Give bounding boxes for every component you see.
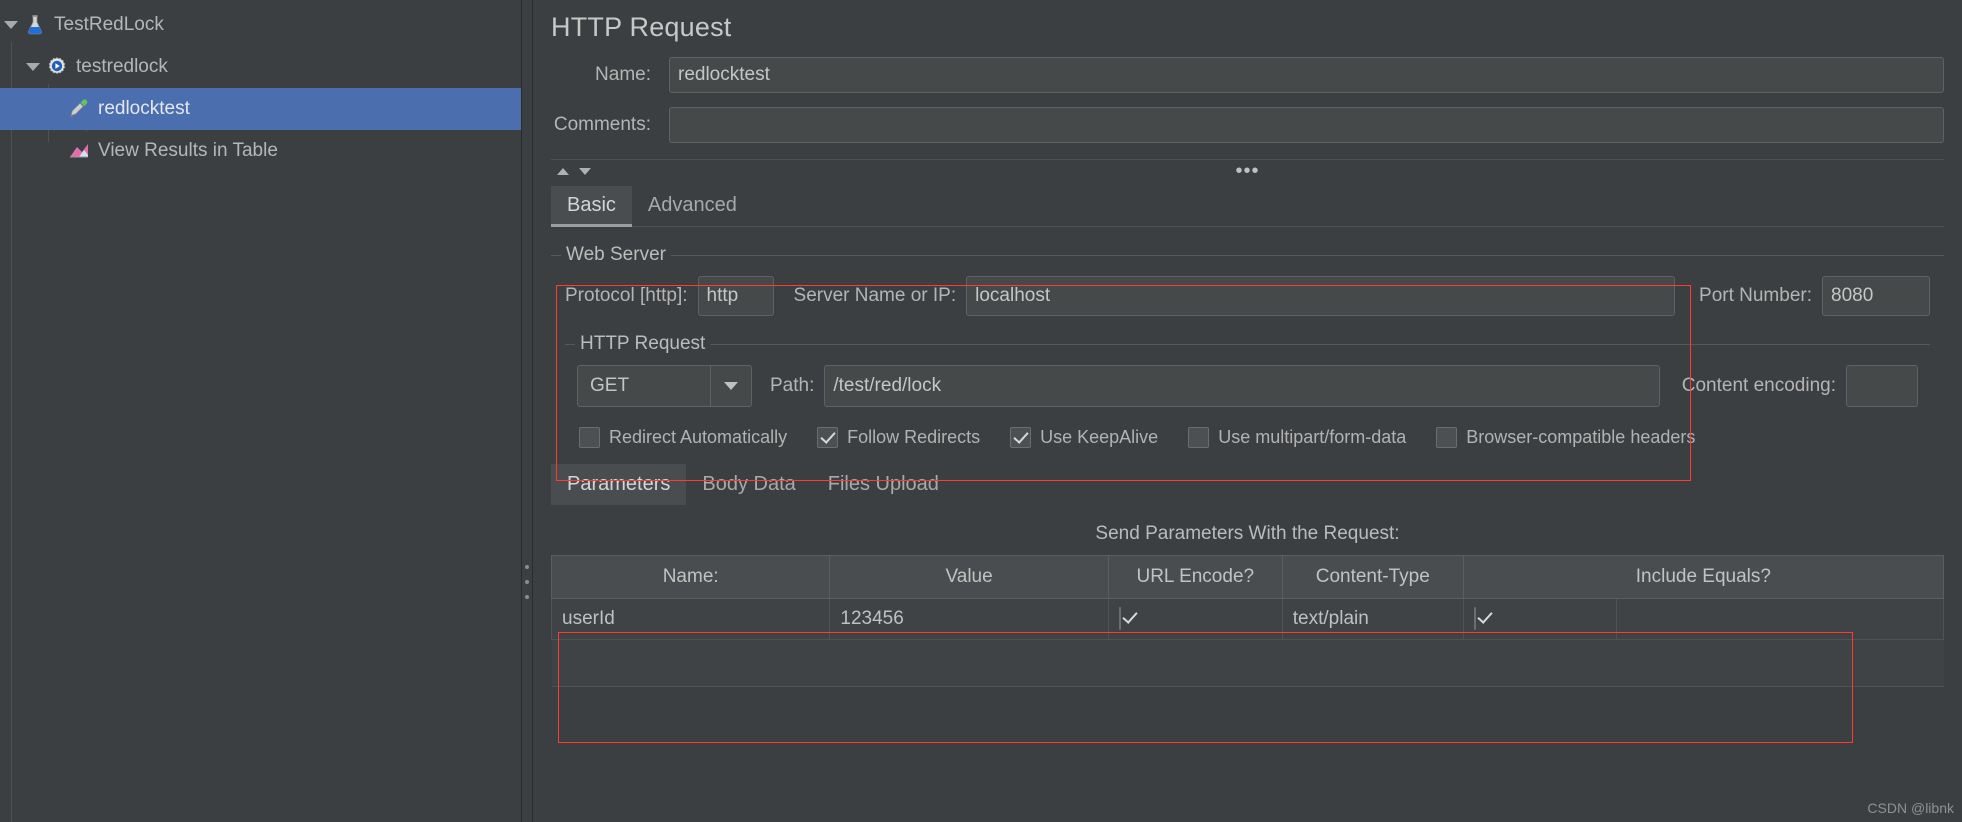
checkbox-follow-redirects[interactable]: Follow Redirects [817,427,980,448]
main-tabstrip[interactable]: Basic Advanced [551,186,1944,227]
checkbox-icon[interactable] [1188,427,1210,448]
server-name-label: Server Name or IP: [793,285,957,306]
checkbox-label: Browser-compatible headers [1466,427,1696,447]
name-input[interactable] [669,57,1944,93]
pipette-icon [66,96,92,122]
checkbox-icon[interactable] [1436,427,1458,448]
comments-label: Comments: [553,114,651,135]
tree-item-label: testredlock [76,56,168,77]
server-name-input[interactable] [966,276,1676,316]
chart-icon [66,138,92,164]
name-field-row: Name: [533,57,1962,93]
tree-item-label: TestRedLock [54,14,164,35]
watermark: CSDN @libnk [1867,800,1954,816]
more-options-icon[interactable]: ••• [1235,161,1259,181]
collapse-down-icon[interactable] [579,167,591,175]
parameters-table[interactable]: Name: Value URL Encode? Content-Type Inc… [550,555,1945,687]
web-server-row: Protocol [http]: Server Name or IP: Port… [561,270,1934,320]
tree-item-label: View Results in Table [98,140,278,161]
checkbox-label: Use KeepAlive [1040,427,1159,447]
port-number-input[interactable] [1822,276,1930,316]
checkbox-label: Use multipart/form-data [1218,427,1407,447]
checkbox-browser-compatible-headers[interactable]: Browser-compatible headers [1436,427,1695,448]
web-server-group: Web Server Protocol [http]: Server Name … [551,244,1944,413]
table-header-row: Name: Value URL Encode? Content-Type Inc… [550,555,1945,599]
tab-files-upload[interactable]: Files Upload [812,464,955,505]
request-data-tabstrip[interactable]: Parameters Body Data Files Upload [551,464,1944,505]
jmeter-window: TestRedLock testredlock redlocktest View… [0,0,1962,822]
checkbox-use-keepalive[interactable]: Use KeepAlive [1010,427,1158,448]
cell-name[interactable]: userId [550,598,831,640]
request-options-row: Redirect Automatically Follow Redirects … [551,427,1944,448]
checkbox-icon[interactable] [817,427,839,448]
splitter-grip[interactable] [525,565,529,599]
name-label: Name: [595,64,651,85]
collapse-up-icon[interactable] [557,167,569,175]
path-input[interactable] [824,365,1660,407]
checkbox-icon[interactable] [1118,607,1121,630]
table-empty-row [551,639,1944,687]
collapse-toolbar[interactable]: ••• [551,159,1944,182]
gear-play-icon [44,54,70,80]
tab-body-data[interactable]: Body Data [686,464,811,505]
tab-advanced[interactable]: Advanced [632,186,753,226]
http-request-row: GET Path: Content encoding: [575,359,1920,409]
column-header-name[interactable]: Name: [550,555,831,599]
checkbox-label: Follow Redirects [847,427,981,447]
checkbox-use-multipart-form-data[interactable]: Use multipart/form-data [1188,427,1406,448]
comments-input[interactable] [669,107,1944,143]
panel-splitter[interactable] [521,0,533,822]
http-request-group-title: HTTP Request [575,333,711,355]
cell-empty [551,639,1944,687]
cell-include-equals[interactable] [1462,598,1617,640]
table-row[interactable]: userId 123456 text/plain [550,598,1945,640]
chevron-down-icon[interactable] [0,4,22,46]
cell-value[interactable]: 123456 [829,598,1109,640]
sidebar-item-redlocktest[interactable]: redlocktest [0,88,521,130]
sidebar-item-testredlock-plan[interactable]: TestRedLock [0,4,521,46]
tab-parameters[interactable]: Parameters [551,464,687,505]
page-title: HTTP Request [551,12,732,42]
comments-field-row: Comments: [533,107,1962,143]
column-header-value[interactable]: Value [829,555,1109,599]
parameters-table-wrapper: Name: Value URL Encode? Content-Type Inc… [550,555,1945,687]
cell-content-type[interactable]: text/plain [1281,598,1464,640]
sidebar-item-view-results-in-table[interactable]: View Results in Table [0,130,521,172]
flask-icon [22,12,48,38]
test-plan-tree[interactable]: TestRedLock testredlock redlocktest View… [0,0,521,822]
protocol-input[interactable] [697,276,774,316]
http-request-group: HTTP Request GET Path: Content encoding: [565,333,1930,413]
protocol-label: Protocol [http]: [565,285,688,306]
checkbox-icon[interactable] [579,427,600,448]
chevron-down-icon[interactable] [22,46,44,88]
send-parameters-caption: Send Parameters With the Request: [1095,523,1400,544]
http-request-editor: HTTP Request Name: Comments: ••• Basic A… [533,0,1962,822]
chevron-down-icon[interactable] [710,366,751,406]
checkbox-icon[interactable] [1473,607,1476,630]
cell-spacer [1615,598,1945,640]
tab-basic[interactable]: Basic [551,186,632,227]
column-header-url-encode[interactable]: URL Encode? [1107,555,1283,599]
method-value: GET [590,375,630,396]
content-encoding-input[interactable] [1846,365,1918,407]
column-header-content-type[interactable]: Content-Type [1281,555,1464,599]
checkbox-icon[interactable] [1010,427,1032,448]
column-header-include-equals[interactable]: Include Equals? [1462,555,1945,599]
web-server-group-title: Web Server [561,244,671,266]
port-number-label: Port Number: [1699,285,1812,306]
cell-url-encode[interactable] [1107,598,1283,640]
checkbox-label: Redirect Automatically [609,427,788,447]
checkbox-redirect-automatically[interactable]: Redirect Automatically [579,427,787,448]
content-encoding-label: Content encoding: [1681,375,1836,396]
sidebar-item-thread-group[interactable]: testredlock [0,46,521,88]
tree-item-label: redlocktest [98,98,190,119]
path-label: Path: [770,375,815,396]
method-select[interactable]: GET [577,365,752,407]
